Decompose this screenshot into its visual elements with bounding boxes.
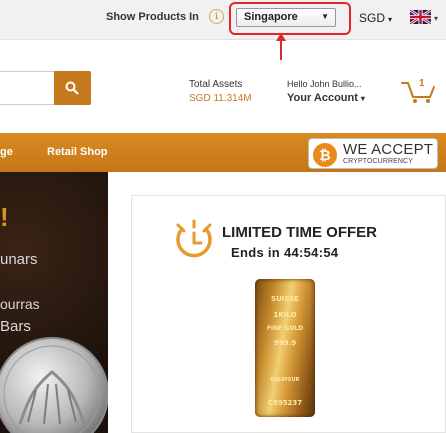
info-icon[interactable]: i xyxy=(209,9,224,24)
currency-label: SGD xyxy=(359,11,386,25)
gold-bar-image[interactable]: SUISSE 1KILO FINE GOLD 999.9 ESSAYEUR C8… xyxy=(255,279,315,417)
nav-item-retail-shop[interactable]: Retail Shop xyxy=(47,146,108,158)
chevron-down-icon[interactable]: ▾ xyxy=(434,14,438,23)
show-products-in-label: Show Products In xyxy=(106,11,199,23)
your-account-label: Your Account xyxy=(287,92,358,104)
chevron-down-icon: ▼ xyxy=(321,12,329,21)
search-icon xyxy=(65,81,79,95)
country-select[interactable]: Singapore ▼ xyxy=(236,8,336,27)
currency-dropdown[interactable]: SGD ▾ xyxy=(359,11,392,25)
gold-bar-text: 999.9 xyxy=(273,339,297,347)
annotation-arrow-line xyxy=(280,38,282,60)
gold-bar-text: SUISSE xyxy=(271,295,299,303)
chevron-down-icon: ▾ xyxy=(388,15,393,24)
gold-bar-text: FINE GOLD xyxy=(266,325,304,332)
offer-countdown: Ends in 44:54:54 xyxy=(231,245,339,260)
we-accept-crypto-banner[interactable]: ₿ WE ACCEPT CRYPTOCURRENCY xyxy=(308,138,438,169)
total-assets-value[interactable]: SGD 11.314M xyxy=(189,93,252,104)
timer-icon xyxy=(176,219,212,258)
greeting: Hello John Bullio... xyxy=(287,79,362,89)
cart-icon[interactable] xyxy=(400,78,436,109)
hero-exclamation: ! xyxy=(0,202,9,232)
bitcoin-icon: ₿ xyxy=(313,143,337,167)
search-input[interactable] xyxy=(0,71,54,105)
uk-flag-icon[interactable] xyxy=(410,10,431,24)
chevron-down-icon: ▾ xyxy=(360,94,365,103)
hero-banner[interactable]: ! unars ourras Bars xyxy=(0,172,108,433)
cart-count-badge: 1 xyxy=(419,78,425,89)
gold-bar-text: C895237 xyxy=(267,399,303,407)
gold-bar-text: ESSAYEUR xyxy=(270,377,300,383)
search-button[interactable] xyxy=(54,71,91,105)
nav-item-partial[interactable]: ge xyxy=(0,146,13,158)
we-accept-subtitle: CRYPTOCURRENCY xyxy=(343,158,413,165)
offer-title: LIMITED TIME OFFER xyxy=(222,224,377,241)
total-assets-label: Total Assets xyxy=(189,79,243,90)
silver-coin-image xyxy=(0,337,108,433)
annotation-arrow-head xyxy=(276,33,286,41)
gold-bar-text: 1KILO xyxy=(273,311,297,319)
hero-text-bourras: ourras xyxy=(0,296,40,312)
we-accept-title: WE ACCEPT xyxy=(343,141,434,158)
your-account-dropdown[interactable]: Your Account ▾ xyxy=(287,92,365,104)
hero-text-lunars: unars xyxy=(0,251,38,268)
country-select-value: Singapore xyxy=(244,11,298,23)
